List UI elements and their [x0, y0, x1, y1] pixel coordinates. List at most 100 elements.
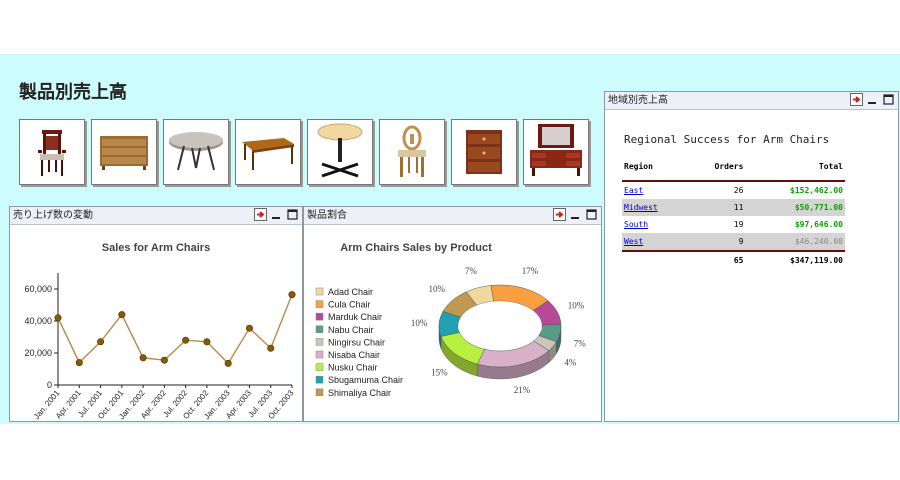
data-point	[97, 338, 105, 346]
legend-label: Cula Chair	[328, 300, 371, 310]
maximize-icon[interactable]	[286, 208, 299, 221]
line-chart-panel: 売り上げ数の変動 Sales for Arm Chairs 0 20,000 40,0…	[9, 206, 303, 422]
data-point	[182, 336, 190, 344]
panel-title: 地域別売上高	[608, 95, 668, 106]
y-tick-label: 60,000	[24, 284, 52, 294]
data-point	[54, 314, 62, 322]
legend-swatch	[315, 325, 324, 334]
product-thumbnail-armchair-1[interactable]	[19, 119, 85, 185]
panel-header: 製品割合	[304, 207, 601, 225]
region-link-east[interactable]: East	[624, 186, 643, 195]
armchair-2-image	[398, 125, 426, 177]
orders-cell: 26	[733, 186, 744, 195]
dresser-image	[100, 136, 148, 170]
slice-label: 17%	[522, 266, 539, 276]
slice-label: 7%	[574, 339, 587, 349]
slice-label: 10%	[411, 318, 428, 328]
data-point	[267, 344, 275, 352]
slice-label: 10%	[428, 284, 445, 294]
slice-label: 7%	[465, 266, 478, 276]
y-tick-label: 40,000	[24, 316, 52, 326]
table-footer-row: 65 $347,119.00	[622, 251, 845, 269]
table-row: East 26 $152,462.00	[622, 181, 845, 199]
region-table: Region Orders Total East 26 $152,462.00 Mid…	[622, 159, 845, 269]
sales-total: $347,119.00	[790, 256, 843, 265]
legend-swatch	[315, 338, 324, 346]
total-cell: $152,462.00	[790, 186, 843, 195]
nightstand-image	[466, 130, 502, 174]
product-thumbnail-vanity[interactable]	[523, 119, 589, 185]
table-row: South 19 $97,646.00	[622, 216, 845, 233]
region-chart-title: Regional Success for Arm Chairs	[624, 133, 830, 146]
export-icon[interactable]	[254, 208, 267, 221]
legend-swatch	[315, 388, 324, 397]
legend-label: Shimaliya Chair	[328, 388, 391, 398]
y-tick-label: 0	[47, 380, 52, 390]
data-point	[160, 356, 168, 364]
y-tick-label: 20,000	[24, 348, 52, 358]
legend-swatch	[315, 287, 324, 296]
legend-label: Ningirsu Chair	[328, 337, 385, 347]
table-row: West 9 $46,240.00	[622, 233, 845, 251]
export-icon[interactable]	[553, 208, 566, 221]
minimize-icon[interactable]	[569, 208, 582, 221]
total-cell: $97,646.00	[794, 220, 843, 229]
legend-swatch	[315, 312, 324, 321]
series-line	[57, 294, 293, 365]
maximize-icon[interactable]	[882, 93, 895, 106]
column-header-region: Region	[624, 162, 653, 171]
legend-label: Adad Chair	[328, 287, 373, 297]
legend-swatch	[315, 375, 324, 384]
region-link-midwest[interactable]: Midwest	[624, 203, 658, 212]
panel-header: 地域別売上高	[605, 92, 898, 110]
legend-label: Marduk Chair	[328, 312, 382, 322]
panel-title: 製品割合	[307, 210, 347, 221]
minimize-icon[interactable]	[866, 93, 879, 106]
region-panel: 地域別売上高 Regional Success for Arm Chairs R…	[604, 91, 899, 422]
table-row: Midwest 11 $50,771.00	[622, 199, 845, 216]
slice-label: 10%	[568, 301, 585, 311]
total-cell: $50,771.00	[745, 199, 845, 216]
legend-swatch	[315, 300, 324, 308]
maximize-icon[interactable]	[585, 208, 598, 221]
legend-label: Nabu Chair	[328, 325, 374, 335]
data-point	[245, 324, 253, 332]
chart-title: Sales for Arm Chairs	[102, 242, 210, 254]
slice-label: 21%	[514, 385, 531, 395]
round-table-image	[317, 123, 363, 178]
region-cell: East	[622, 181, 688, 199]
region-cell: South	[622, 216, 688, 233]
legend-label: Nusku Chair	[328, 363, 378, 373]
product-thumbnail-oval-table[interactable]	[163, 119, 229, 185]
oval-table-image	[169, 132, 223, 171]
product-thumbnail-nightstand[interactable]	[451, 119, 517, 185]
data-point	[224, 359, 232, 367]
panel-title: 売り上げ数の変動	[13, 210, 93, 221]
slice-label: 4%	[564, 357, 577, 367]
orders-cell: 19	[733, 220, 744, 229]
pie-chart: Arm Chairs Sales by Product Adad Chair Cul…	[315, 242, 587, 398]
product-thumbnail-coffee-table[interactable]	[235, 119, 301, 185]
orders-cell: 11	[687, 199, 746, 216]
armchair-1-image	[38, 130, 66, 176]
minimize-icon[interactable]	[270, 208, 283, 221]
data-point	[203, 338, 211, 346]
orders-total: 65	[733, 256, 744, 265]
chart-title: Arm Chairs Sales by Product	[340, 242, 492, 254]
legend-label: Sbugamuma Chair	[328, 375, 403, 385]
region-link-south[interactable]: South	[624, 220, 648, 229]
legend-swatch	[315, 350, 324, 359]
product-thumbnail-dresser[interactable]	[91, 119, 157, 185]
vanity-image	[530, 124, 582, 176]
line-chart: Sales for Arm Chairs020,00040,00060,000J…	[24, 242, 296, 421]
region-link-west[interactable]: West	[624, 237, 643, 246]
panel-header: 売り上げ数の変動	[10, 207, 302, 225]
export-icon[interactable]	[850, 93, 863, 106]
data-point	[139, 354, 147, 362]
data-point	[288, 291, 296, 299]
product-thumbnail-armchair-2[interactable]	[379, 119, 445, 185]
column-header-orders: Orders	[714, 162, 744, 171]
legend-label: Nisaba Chair	[328, 350, 380, 360]
data-point	[75, 359, 83, 367]
product-thumbnail-round-table[interactable]	[307, 119, 373, 185]
